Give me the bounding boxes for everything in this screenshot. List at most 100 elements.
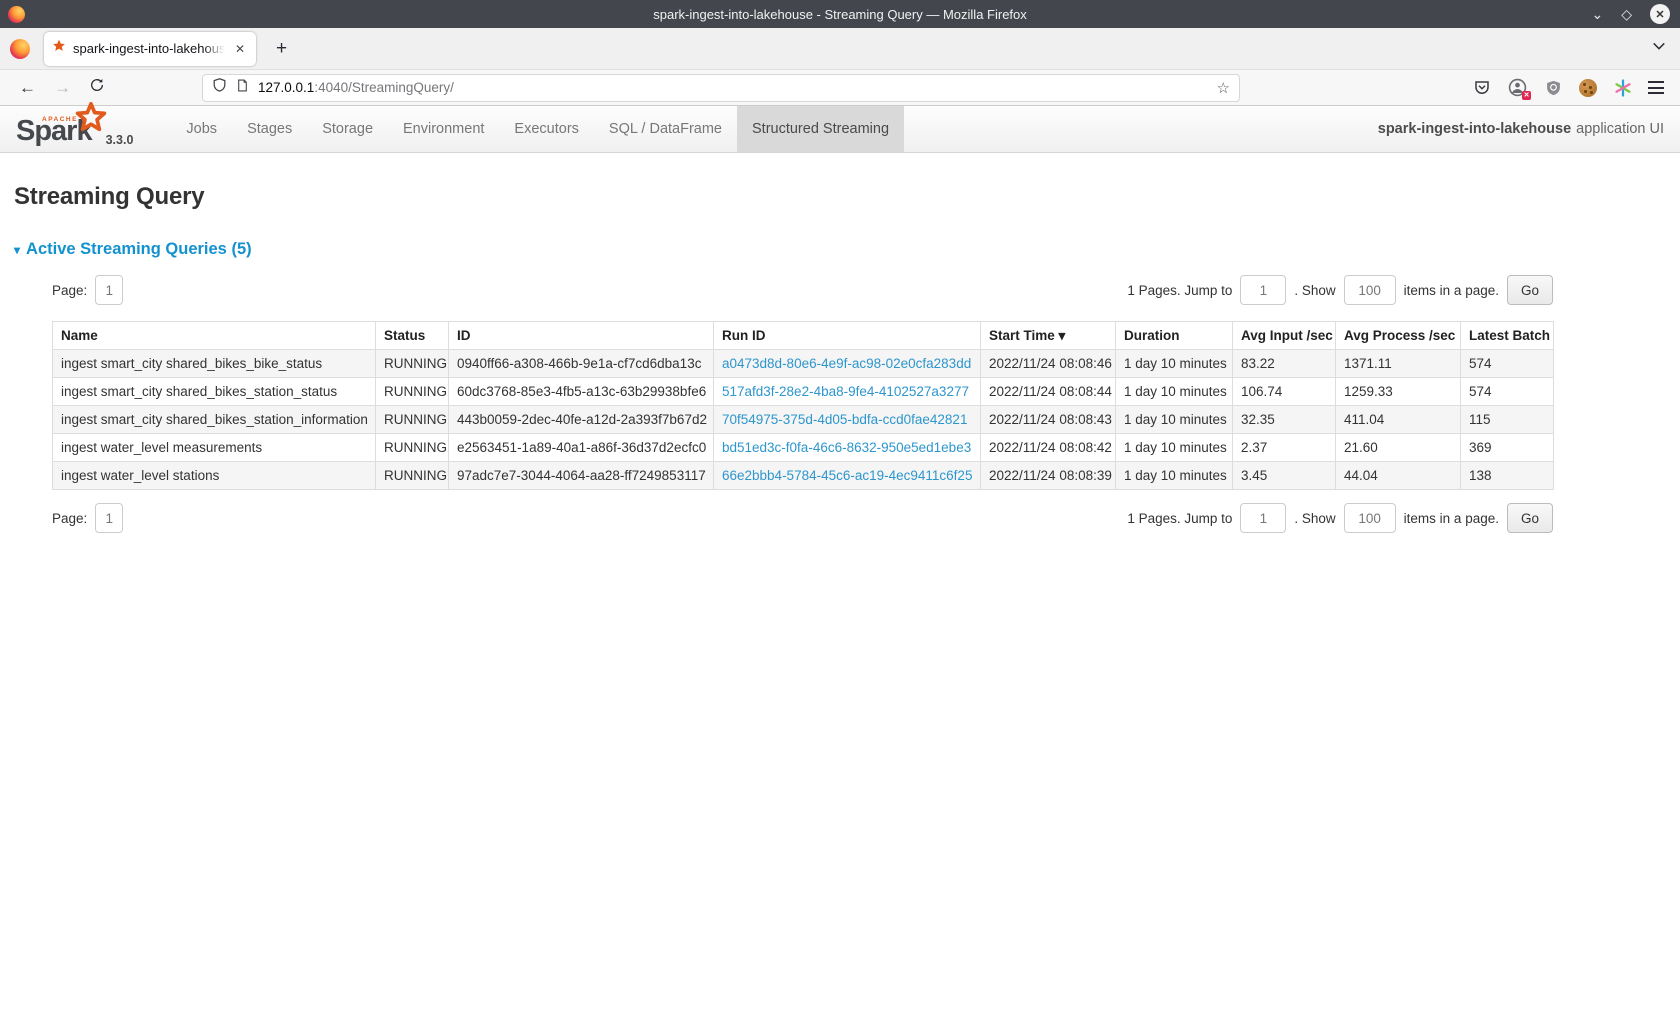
pages-jump-text: 1 Pages. Jump to	[1127, 283, 1232, 298]
col-latest-batch[interactable]: Latest Batch	[1461, 322, 1554, 350]
window-minimize-icon[interactable]: ⌄	[1591, 7, 1603, 21]
page-title: Streaming Query	[14, 183, 1666, 211]
ublock-shield-icon[interactable]	[1543, 77, 1564, 98]
menu-icon[interactable]	[1648, 81, 1664, 94]
list-tabs-icon[interactable]	[1652, 39, 1666, 58]
query-name-cell: ingest smart_city shared_bikes_bike_stat…	[53, 350, 376, 378]
firefox-icon[interactable]	[10, 39, 30, 59]
nav-item-structured-streaming[interactable]: Structured Streaming	[737, 106, 904, 152]
pagination-bottom: Page: 1 Pages. Jump to . Show items in a…	[52, 503, 1553, 533]
run-id-link[interactable]: 66e2bbb4-5784-45c6-ac19-4ec9411c6f25	[722, 468, 972, 483]
query-latest-batch-cell: 369	[1461, 434, 1554, 462]
go-button[interactable]: Go	[1507, 503, 1553, 533]
query-run-id-cell: bd51ed3c-f0fa-46c6-8632-950e5ed1ebe3	[714, 434, 981, 462]
new-tab-button[interactable]: +	[270, 38, 293, 60]
account-extension-icon[interactable]: ✕	[1507, 77, 1528, 98]
page-number-input[interactable]	[95, 275, 123, 305]
col-id[interactable]: ID	[449, 322, 714, 350]
extension-badge: ✕	[1522, 91, 1531, 100]
jump-to-input[interactable]	[1240, 503, 1286, 533]
items-per-page-input[interactable]	[1344, 503, 1396, 533]
query-name-cell: ingest smart_city shared_bikes_station_i…	[53, 406, 376, 434]
items-per-page-input[interactable]	[1344, 275, 1396, 305]
nav-item-storage[interactable]: Storage	[307, 106, 388, 152]
query-id-cell: 97adc7e7-3044-4064-aa28-ff7249853117	[449, 462, 714, 490]
run-id-link[interactable]: bd51ed3c-f0fa-46c6-8632-950e5ed1ebe3	[722, 440, 971, 455]
query-start-time-cell: 2022/11/24 08:08:43	[981, 406, 1116, 434]
col-avg-process[interactable]: Avg Process /sec	[1336, 322, 1461, 350]
query-run-id-cell: 70f54975-375d-4d05-bdfa-ccd0fae42821	[714, 406, 981, 434]
query-id-cell: e2563451-1a89-40a1-a86f-36d37d2ecfc0	[449, 434, 714, 462]
page-info-icon[interactable]	[236, 78, 249, 98]
run-id-link[interactable]: 70f54975-375d-4d05-bdfa-ccd0fae42821	[722, 412, 967, 427]
extension-asterisk-icon[interactable]	[1612, 77, 1633, 98]
application-suffix: application UI	[1576, 121, 1664, 137]
col-run-id[interactable]: Run ID	[714, 322, 981, 350]
query-table-body: ingest smart_city shared_bikes_bike_stat…	[53, 350, 1554, 490]
run-id-link[interactable]: a0473d8d-80e6-4e9f-ac98-02e0cfa283dd	[722, 356, 971, 371]
url-bar[interactable]: 127.0.0.1:4040/StreamingQuery/ ☆	[202, 74, 1240, 102]
nav-item-sql-dataframe[interactable]: SQL / DataFrame	[594, 106, 737, 152]
page-label: Page:	[52, 511, 87, 526]
cookie-icon[interactable]	[1579, 79, 1597, 97]
page-number-input[interactable]	[95, 503, 123, 533]
nav-item-environment[interactable]: Environment	[388, 106, 499, 152]
col-name[interactable]: Name	[53, 322, 376, 350]
query-avg-process-cell: 411.04	[1336, 406, 1461, 434]
col-status[interactable]: Status	[376, 322, 449, 350]
tab-title: spark-ingest-into-lakehous	[73, 41, 225, 56]
page-label: Page:	[52, 283, 87, 298]
col-avg-input[interactable]: Avg Input /sec	[1233, 322, 1336, 350]
query-run-id-cell: 66e2bbb4-5784-45c6-ac19-4ec9411c6f25	[714, 462, 981, 490]
url-host: 127.0.0.1	[258, 80, 314, 95]
nav-item-executors[interactable]: Executors	[499, 106, 593, 152]
go-button[interactable]: Go	[1507, 275, 1553, 305]
pocket-icon[interactable]	[1471, 77, 1492, 98]
query-run-id-cell: a0473d8d-80e6-4e9f-ac98-02e0cfa283dd	[714, 350, 981, 378]
items-text: items in a page.	[1404, 511, 1499, 526]
query-duration-cell: 1 day 10 minutes	[1116, 462, 1233, 490]
run-id-link[interactable]: 517afd3f-28e2-4ba8-9fe4-4102527a3277	[722, 384, 969, 399]
col-duration[interactable]: Duration	[1116, 322, 1233, 350]
query-avg-input-cell: 3.45	[1233, 462, 1336, 490]
tracking-shield-icon[interactable]	[212, 77, 227, 98]
spark-header: APACHE Spark 3.3.0 Jobs Stages Storage E…	[0, 106, 1680, 153]
back-icon[interactable]: ←	[10, 78, 45, 98]
tab-close-icon[interactable]: ✕	[232, 40, 248, 58]
query-start-time-cell: 2022/11/24 08:08:39	[981, 462, 1116, 490]
query-avg-process-cell: 1371.11	[1336, 350, 1461, 378]
page-content: Streaming Query ▾ Active Streaming Queri…	[0, 183, 1680, 533]
window-close-icon[interactable]: ✕	[1650, 4, 1670, 24]
query-status-cell: RUNNING	[376, 406, 449, 434]
table-row: ingest smart_city shared_bikes_station_s…	[53, 378, 1554, 406]
show-text: . Show	[1294, 283, 1335, 298]
streaming-queries-table: Name Status ID Run ID Start Time ▾ Durat…	[52, 321, 1554, 490]
table-header-row: Name Status ID Run ID Start Time ▾ Durat…	[53, 322, 1554, 350]
jump-to-input[interactable]	[1240, 275, 1286, 305]
browser-toolbar: ← → 127.0.0.1:4040/StreamingQuery/ ☆ ✕	[0, 70, 1680, 106]
table-row: ingest water_level measurements RUNNING …	[53, 434, 1554, 462]
browser-tab[interactable]: spark-ingest-into-lakehous ✕	[44, 32, 256, 66]
query-start-time-cell: 2022/11/24 08:08:44	[981, 378, 1116, 406]
col-start-time[interactable]: Start Time ▾	[981, 322, 1116, 350]
nav-item-stages[interactable]: Stages	[232, 106, 307, 152]
forward-icon[interactable]: →	[45, 78, 80, 98]
bookmark-star-icon[interactable]: ☆	[1217, 79, 1230, 97]
reload-icon[interactable]	[80, 77, 114, 98]
query-name-cell: ingest water_level stations	[53, 462, 376, 490]
url-text[interactable]: 127.0.0.1:4040/StreamingQuery/	[258, 80, 1208, 95]
tab-bar: spark-ingest-into-lakehous ✕ +	[0, 28, 1680, 70]
url-path: :4040/StreamingQuery/	[314, 80, 454, 95]
collapse-arrow-icon: ▾	[14, 243, 20, 257]
query-duration-cell: 1 day 10 minutes	[1116, 350, 1233, 378]
nav-item-jobs[interactable]: Jobs	[171, 106, 232, 152]
query-duration-cell: 1 day 10 minutes	[1116, 434, 1233, 462]
apache-label: APACHE	[42, 116, 78, 123]
active-queries-toggle[interactable]: ▾ Active Streaming Queries (5)	[14, 240, 1666, 259]
spark-logo[interactable]: APACHE Spark 3.3.0	[0, 106, 143, 152]
window-maximize-icon[interactable]: ◇	[1621, 7, 1632, 21]
query-id-cell: 60dc3768-85e3-4fb5-a13c-63b29938bfe6	[449, 378, 714, 406]
query-name-cell: ingest smart_city shared_bikes_station_s…	[53, 378, 376, 406]
spark-star-icon	[74, 101, 108, 140]
query-duration-cell: 1 day 10 minutes	[1116, 378, 1233, 406]
